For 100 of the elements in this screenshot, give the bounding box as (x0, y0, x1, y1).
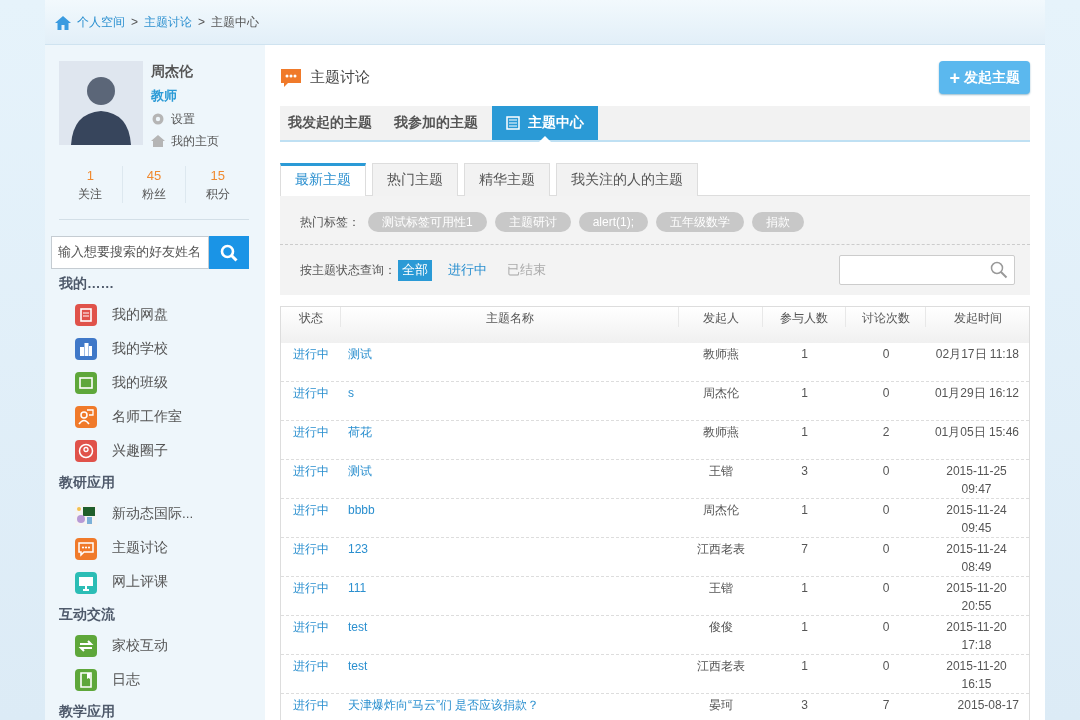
start-time: 2015-08-17 (957, 697, 1019, 715)
topic-title-link[interactable]: 测试 (348, 347, 372, 362)
participant-count: 1 (801, 620, 808, 635)
status-text: 进行中 (293, 542, 329, 557)
sidebar-item[interactable]: 名师工作室 (59, 400, 249, 435)
filter-label: 按主题状态查询： (300, 262, 396, 280)
breadcrumb-link[interactable]: 个人空间 (77, 13, 125, 31)
sub-tab[interactable]: 我参加的主题 (386, 106, 492, 140)
book-icon (75, 668, 97, 691)
tab[interactable]: 热门主题 (372, 163, 458, 197)
buildings-icon (75, 338, 97, 361)
stat-value: 45 (145, 166, 163, 185)
status-text: 进行中 (293, 620, 329, 635)
topic-title-link[interactable]: 测试 (348, 464, 372, 479)
section-title: 教学应用 (59, 702, 116, 720)
section-title: 互动交流 (59, 605, 116, 624)
home-icon (55, 14, 71, 30)
sidebar-item[interactable]: 新动态国际... (59, 497, 249, 532)
sub-tab[interactable]: 主题中心 (492, 106, 598, 140)
sidebar-item[interactable]: 日志 (59, 662, 249, 697)
breadcrumb-link[interactable]: 主题讨论 (144, 13, 192, 31)
sidebar-item[interactable]: 兴趣圈子 (59, 434, 249, 469)
topic-title-link[interactable]: 111 (348, 581, 367, 596)
topic-title-link[interactable]: test (348, 659, 368, 674)
topic-search-field[interactable] (839, 255, 1015, 286)
status-text: 进行中 (293, 659, 329, 674)
topic-title-link[interactable]: 天津爆炸向“马云”们 是否应该捐款？ (348, 698, 540, 713)
tab[interactable]: 我关注的人的主题 (556, 163, 698, 197)
participant-count: 1 (801, 659, 808, 674)
status-text: 进行中 (293, 347, 329, 362)
start-time: 02月17日 11:18 (935, 346, 1019, 364)
status-option[interactable]: 进行中 (444, 259, 491, 281)
column-header: 发起时间 (952, 310, 1003, 328)
person-icon (75, 406, 97, 429)
discussion-count: 0 (882, 464, 890, 479)
stat-label: 积分 (204, 186, 231, 203)
document-icon (75, 304, 97, 327)
search-icon (220, 243, 238, 262)
search-button[interactable] (209, 236, 249, 269)
discussion-count: 7 (882, 698, 890, 713)
sidebar-item[interactable]: 主题讨论 (59, 531, 249, 566)
user-name: 周杰伦 (151, 62, 194, 81)
start-time: 2015-11-24 08:49 (945, 541, 1008, 577)
discussion-count: 0 (882, 503, 890, 518)
stat-value: 1 (85, 166, 95, 185)
new-topic-button[interactable]: + 发起主题 (939, 61, 1030, 94)
sidebar-item[interactable]: 我的学校 (59, 332, 249, 367)
settings-icon (151, 111, 165, 126)
tab[interactable]: 精华主题 (464, 163, 550, 197)
sidebar-item[interactable]: 我的班级 (59, 366, 249, 401)
start-time: 2015-11-20 16:15 (945, 658, 1008, 694)
sub-tab[interactable]: 我发起的主题 (280, 106, 386, 140)
sidebar-item[interactable]: 网上评课 (59, 565, 249, 600)
breadcrumb-separator: > (131, 14, 138, 31)
sidebar-item[interactable]: 我的网盘 (59, 298, 249, 333)
discussion-count: 0 (882, 386, 890, 401)
exchange-icon (75, 634, 97, 657)
topic-title-link[interactable]: 荷花 (348, 425, 372, 440)
initiator-name: 教师燕 (703, 425, 739, 440)
section-title: 教研应用 (59, 474, 116, 493)
sidebar-item[interactable]: 家校互动 (59, 628, 249, 663)
search-icon (990, 261, 1008, 280)
stat-label: 粉丝 (141, 186, 167, 203)
tab[interactable]: 最新主题 (280, 163, 366, 197)
column-header: 主题名称 (341, 307, 679, 328)
column-header: 参与人数 (763, 307, 846, 328)
initiator-name: 江西老表 (697, 659, 745, 674)
status-text: 进行中 (293, 698, 329, 713)
participant-count: 3 (801, 464, 808, 479)
status-text: 进行中 (293, 386, 329, 401)
status-text: 进行中 (293, 503, 329, 518)
initiator-name: 江西老表 (697, 542, 745, 557)
initiator-name: 晏珂 (709, 698, 733, 713)
participant-count: 1 (801, 581, 808, 596)
topic-title-link[interactable]: bbbb (348, 503, 375, 518)
topic-title-link[interactable]: s (348, 386, 354, 401)
initiator-name: 周杰伦 (703, 386, 739, 401)
user-role: 教师 (151, 87, 178, 105)
profile-link[interactable]: 我的主页 (151, 131, 219, 150)
stat-label: 关注 (77, 186, 104, 203)
topic-title-link[interactable]: 123 (348, 542, 369, 557)
list-icon (506, 116, 520, 130)
initiator-name: 周杰伦 (703, 503, 739, 518)
chat-icon (280, 67, 302, 88)
status-option[interactable]: 全部 (398, 259, 432, 281)
tags-label: 热门标签： (300, 214, 360, 232)
board-icon (75, 372, 97, 395)
participant-count: 1 (801, 347, 808, 362)
monitor-icon (75, 571, 97, 594)
profile-link[interactable]: 设置 (151, 109, 219, 128)
start-time: 2015-11-20 20:55 (945, 580, 1008, 616)
initiator-name: 王锴 (709, 581, 733, 596)
participant-count: 1 (801, 386, 808, 401)
stat-value: 15 (209, 166, 226, 185)
discussion-count: 0 (882, 620, 890, 635)
topic-title-link[interactable]: test (348, 620, 368, 635)
discussion-count: 2 (882, 425, 890, 440)
section-title: 我的…… (59, 275, 115, 293)
participant-count: 1 (801, 503, 808, 518)
participant-count: 7 (801, 542, 808, 557)
